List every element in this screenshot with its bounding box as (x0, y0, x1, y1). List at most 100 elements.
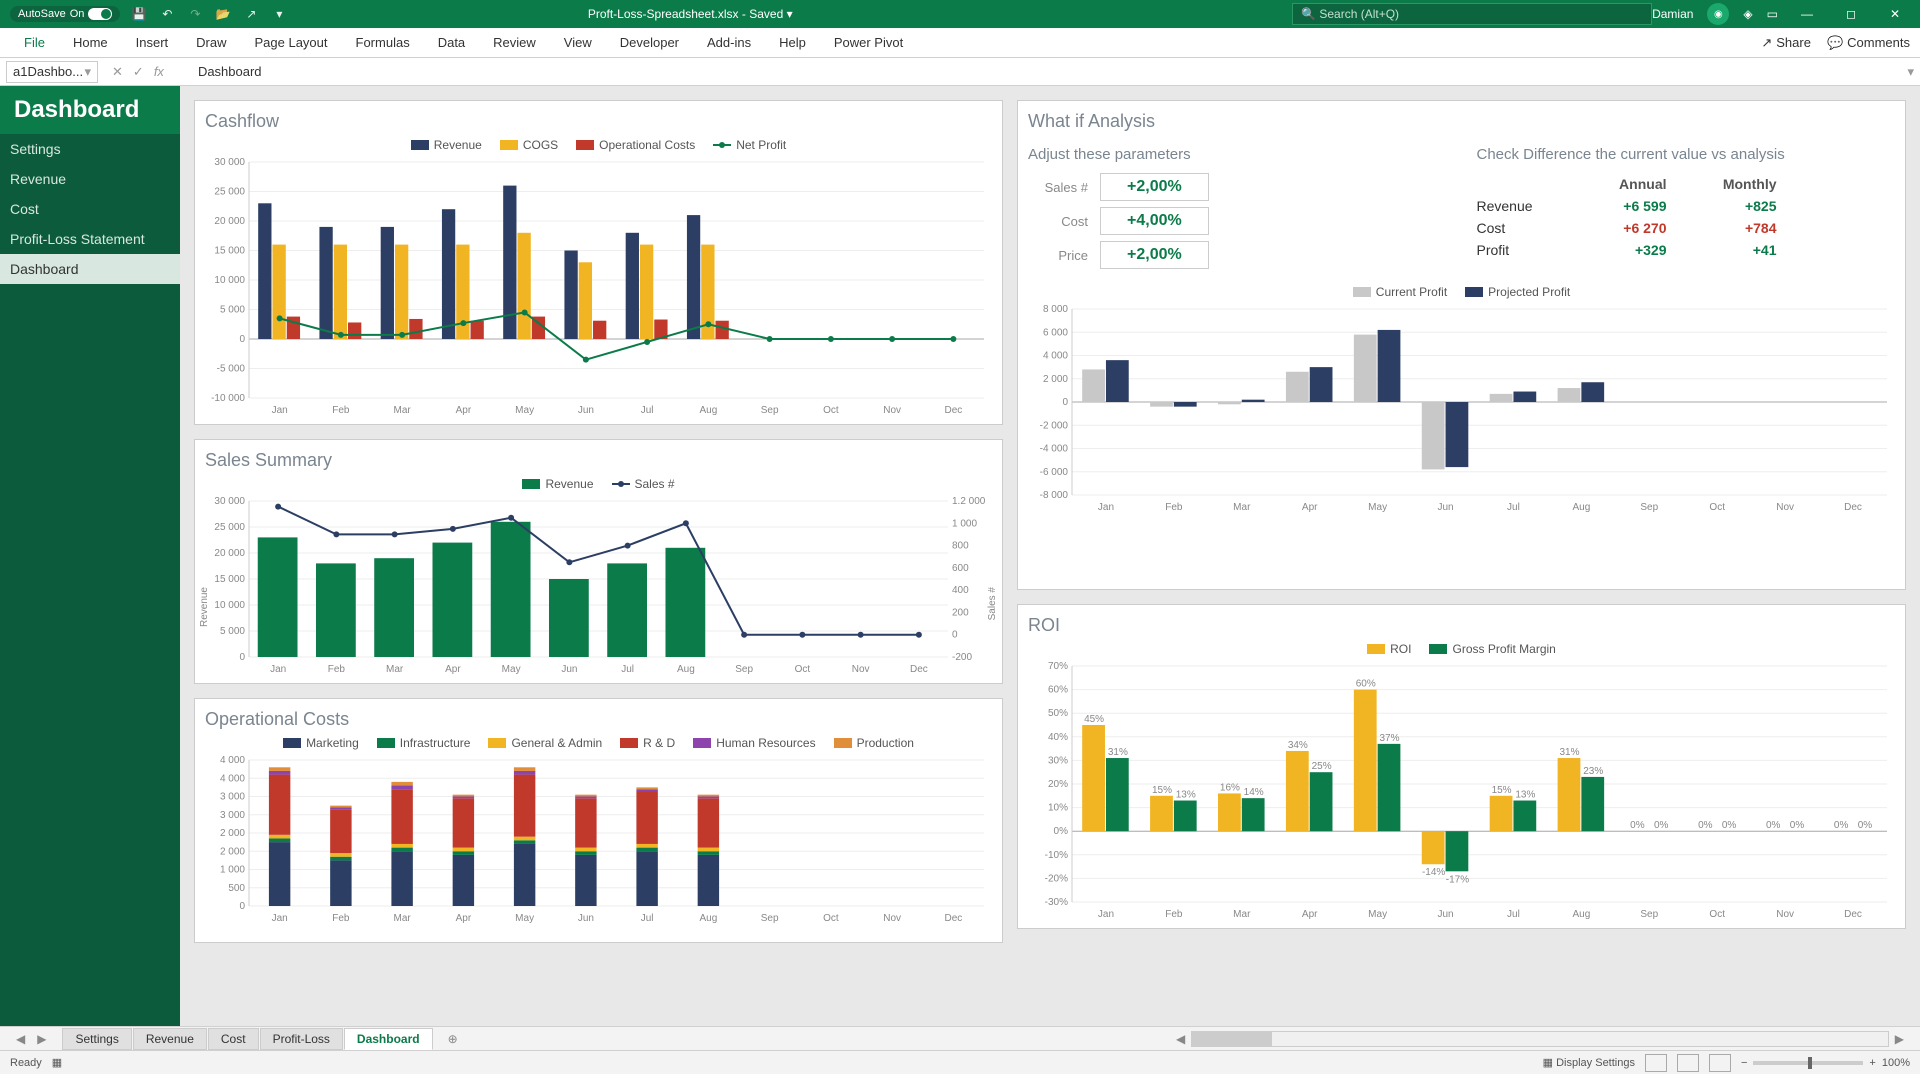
expand-formula-icon[interactable]: ▾ (1907, 64, 1914, 80)
sheet-tab-profit-loss[interactable]: Profit-Loss (260, 1028, 343, 1050)
svg-text:25%: 25% (1312, 761, 1332, 772)
svg-text:1.2 000: 1.2 000 (952, 497, 986, 507)
ribbon-tab-add-ins[interactable]: Add-ins (693, 28, 765, 58)
svg-text:Aug: Aug (1572, 909, 1590, 920)
ribbon-tab-file[interactable]: File (10, 28, 59, 58)
view-break-icon[interactable] (1709, 1054, 1731, 1072)
svg-text:30 000: 30 000 (214, 497, 245, 507)
view-layout-icon[interactable] (1677, 1054, 1699, 1072)
svg-text:Feb: Feb (328, 664, 346, 675)
name-box[interactable]: a1Dashbo...▾ (6, 61, 98, 83)
title-bar: AutoSaveOn 💾 ↶ ↷ 📂 ↗ ▾ Proft-Loss-Spread… (0, 0, 1920, 28)
ribbon-tab-data[interactable]: Data (424, 28, 479, 58)
svg-text:10 000: 10 000 (214, 600, 245, 611)
svg-text:23%: 23% (1583, 766, 1603, 777)
sidebar-item-dashboard[interactable]: Dashboard (0, 254, 180, 284)
svg-text:5 000: 5 000 (220, 305, 245, 316)
svg-text:10 000: 10 000 (214, 275, 245, 286)
export-icon[interactable]: ↗ (242, 5, 260, 23)
view-normal-icon[interactable] (1645, 1054, 1667, 1072)
svg-text:0%: 0% (1630, 820, 1645, 831)
ribbon-tab-power-pivot[interactable]: Power Pivot (820, 28, 917, 58)
svg-text:Apr: Apr (456, 405, 472, 416)
param-price[interactable]: +2,00% (1100, 241, 1209, 269)
accept-fx-icon[interactable]: ✓ (133, 64, 144, 80)
ribbon-tab-developer[interactable]: Developer (606, 28, 693, 58)
fx-icon[interactable]: fx (154, 64, 164, 80)
avatar-icon[interactable]: ◉ (1707, 3, 1729, 25)
ribbon-tab-view[interactable]: View (550, 28, 606, 58)
svg-text:Feb: Feb (332, 405, 350, 416)
svg-text:4 000: 4 000 (1043, 351, 1068, 362)
svg-text:Dec: Dec (944, 913, 962, 924)
svg-text:Jul: Jul (1507, 909, 1520, 920)
param-sales[interactable]: +2,00% (1100, 173, 1209, 201)
undo-icon[interactable]: ↶ (158, 5, 176, 23)
sheet-tab-cost[interactable]: Cost (208, 1028, 259, 1050)
formula-value[interactable]: Dashboard (178, 64, 262, 79)
sidebar-nav: Dashboard SettingsRevenueCostProfit-Loss… (0, 86, 180, 1026)
svg-text:8 000: 8 000 (1043, 305, 1068, 315)
display-settings-button[interactable]: ▦ Display Settings (1543, 1056, 1635, 1069)
svg-text:10%: 10% (1048, 803, 1068, 814)
user-name[interactable]: Damian (1652, 7, 1693, 21)
svg-text:Sep: Sep (1640, 909, 1658, 920)
svg-text:2 000: 2 000 (220, 828, 245, 839)
svg-text:0%: 0% (1054, 826, 1069, 837)
svg-text:Aug: Aug (1572, 502, 1590, 513)
sidebar-item-profit-loss-statement[interactable]: Profit-Loss Statement (0, 224, 180, 254)
formula-bar: a1Dashbo...▾ ✕ ✓ fx Dashboard ▾ (0, 58, 1920, 86)
svg-text:Sep: Sep (735, 664, 753, 675)
scroll-left-icon[interactable]: ◀ (1170, 1032, 1191, 1046)
zoom-slider[interactable] (1753, 1061, 1863, 1065)
ribbon-tab-insert[interactable]: Insert (122, 28, 183, 58)
ribbon-tab-page-layout[interactable]: Page Layout (241, 28, 342, 58)
svg-text:-10%: -10% (1045, 850, 1068, 861)
search-input[interactable]: 🔍 Search (Alt+Q) (1292, 3, 1652, 25)
svg-text:May: May (1368, 909, 1387, 920)
ribbon-tab-formulas[interactable]: Formulas (342, 28, 424, 58)
svg-text:Sep: Sep (1640, 502, 1658, 513)
save-icon[interactable]: 💾 (130, 5, 148, 23)
svg-text:Feb: Feb (1165, 909, 1183, 920)
redo-icon[interactable]: ↷ (186, 5, 204, 23)
svg-text:2 000: 2 000 (1043, 374, 1068, 385)
ribbon-tab-draw[interactable]: Draw (182, 28, 240, 58)
diamond-icon[interactable]: ◈ (1743, 7, 1752, 21)
sidebar-item-cost[interactable]: Cost (0, 194, 180, 224)
add-sheet-icon[interactable]: ⊕ (442, 1032, 464, 1046)
minimize-icon[interactable]: — (1792, 0, 1822, 28)
zoom-out-icon[interactable]: − (1741, 1057, 1747, 1069)
close-icon[interactable]: ✕ (1880, 0, 1910, 28)
svg-text:13%: 13% (1515, 790, 1535, 801)
tab-nav-first-icon[interactable]: ◀ (10, 1032, 31, 1046)
autosave-toggle[interactable]: AutoSaveOn (10, 6, 120, 22)
param-cost[interactable]: +4,00% (1100, 207, 1209, 235)
scroll-right-icon[interactable]: ▶ (1889, 1032, 1910, 1046)
svg-text:0%: 0% (1834, 820, 1849, 831)
ribbon-mode-icon[interactable]: ▭ (1767, 7, 1778, 21)
svg-text:Nov: Nov (852, 664, 870, 675)
hscroll-track[interactable] (1191, 1031, 1889, 1047)
sheet-tab-revenue[interactable]: Revenue (133, 1028, 207, 1050)
sheet-tab-settings[interactable]: Settings (62, 1028, 131, 1050)
sheet-tab-dashboard[interactable]: Dashboard (344, 1028, 433, 1050)
cancel-fx-icon[interactable]: ✕ (112, 64, 123, 80)
folder-icon[interactable]: 📂 (214, 5, 232, 23)
svg-text:May: May (515, 405, 534, 416)
svg-text:2 000: 2 000 (220, 846, 245, 857)
svg-text:0%: 0% (1790, 820, 1805, 831)
zoom-in-icon[interactable]: + (1869, 1057, 1875, 1069)
ribbon-tab-home[interactable]: Home (59, 28, 122, 58)
ribbon-tab-review[interactable]: Review (479, 28, 550, 58)
ribbon-tab-help[interactable]: Help (765, 28, 820, 58)
dropdown-icon[interactable]: ▾ (270, 5, 288, 23)
share-button[interactable]: ↗ Share (1761, 35, 1811, 51)
sidebar-item-settings[interactable]: Settings (0, 134, 180, 164)
svg-text:Nov: Nov (1776, 909, 1794, 920)
comments-button[interactable]: 💬 Comments (1827, 35, 1910, 51)
maximize-icon[interactable]: ◻ (1836, 0, 1866, 28)
sidebar-item-revenue[interactable]: Revenue (0, 164, 180, 194)
accessibility-icon[interactable]: ▦ (52, 1056, 62, 1069)
tab-nav-last-icon[interactable]: ▶ (31, 1032, 52, 1046)
